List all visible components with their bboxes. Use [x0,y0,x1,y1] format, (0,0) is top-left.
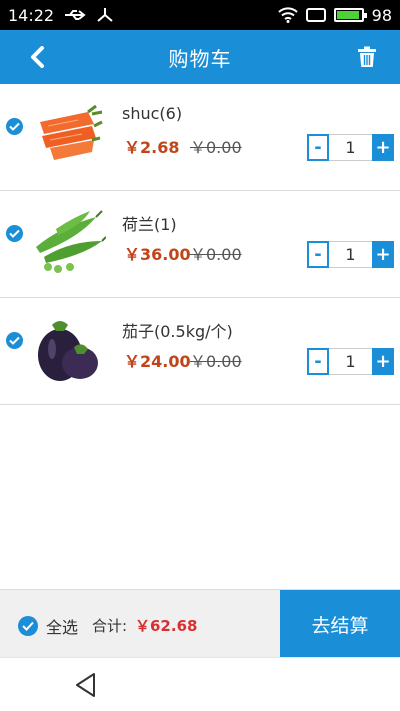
status-time: 14:22 [8,5,55,25]
page-title: 购物车 [168,46,232,71]
item-checkbox[interactable] [6,118,23,135]
select-all-checkbox[interactable] [18,616,38,636]
product-name: shuc(6) [122,104,183,123]
product-name: 荷兰(1) [122,215,177,234]
increase-button[interactable]: + [372,348,394,375]
quantity-stepper: - 1 + [307,134,394,161]
system-nav-bar [0,657,400,711]
increase-button[interactable]: + [372,134,394,161]
carrot-image [40,104,103,160]
checkout-button[interactable]: 去结算 [280,590,400,658]
check-icon [22,621,34,631]
item-checkbox[interactable] [6,225,23,242]
status-bar: 14:22 98 [0,0,400,30]
item-checkbox[interactable] [6,332,23,349]
decrease-button[interactable]: - [307,348,329,375]
select-all-label: 全选 [46,618,79,637]
decrease-button[interactable]: - [307,134,329,161]
product-name: 茄子(0.5kg/个) [122,322,233,341]
screen-icon [305,8,326,22]
quantity-stepper: - 1 + [307,348,394,375]
select-all-toggle[interactable]: 全选 [18,614,78,638]
quantity-input[interactable]: 1 [329,134,372,161]
battery-icon [333,8,367,22]
product-price: ￥2.68 [124,138,180,157]
delete-button[interactable] [352,42,382,72]
cart-list: shuc(6) ￥2.68 ￥0.00 - 1 + 荷兰(1) ￥36.00 ￥… [0,84,400,405]
cart-item: 荷兰(1) ￥36.00 ￥0.00 - 1 + [0,191,400,298]
check-icon [9,336,20,345]
product-original-price: ￥0.00 [190,352,242,371]
checkout-bar: 全选 合计: ￥62.68 去结算 [0,589,400,658]
quantity-stepper: - 1 + [307,241,394,268]
product-image[interactable] [30,201,106,283]
peas-image [36,210,106,273]
check-icon [9,229,20,238]
decrease-button[interactable]: - [307,241,329,268]
cart-item: shuc(6) ￥2.68 ￥0.00 - 1 + [0,84,400,191]
total-value: ￥62.68 [135,617,198,635]
total-label: 合计: [92,617,128,635]
nav-back-icon[interactable] [74,672,98,698]
product-original-price: ￥0.00 [190,245,242,264]
product-price: ￥24.00 [124,352,191,371]
increase-button[interactable]: + [372,241,394,268]
usb-icon [65,10,86,20]
battery-level: 98 [371,5,392,25]
check-icon [9,122,20,131]
chevron-left-icon [31,46,44,68]
eggplant-image [38,321,98,381]
quantity-input[interactable]: 1 [329,241,372,268]
cart-item: 茄子(0.5kg/个) ￥24.00 ￥0.00 - 1 + [0,298,400,405]
share-icon [97,8,113,22]
app-bar: 购物车 [0,30,400,84]
back-button[interactable] [22,42,52,72]
product-price: ￥36.00 [124,245,191,264]
quantity-input[interactable]: 1 [329,348,372,375]
wifi-icon [277,7,298,23]
product-image[interactable] [30,308,106,390]
product-image[interactable] [30,94,106,176]
product-original-price: ￥0.00 [190,138,242,157]
trash-icon [358,46,376,67]
